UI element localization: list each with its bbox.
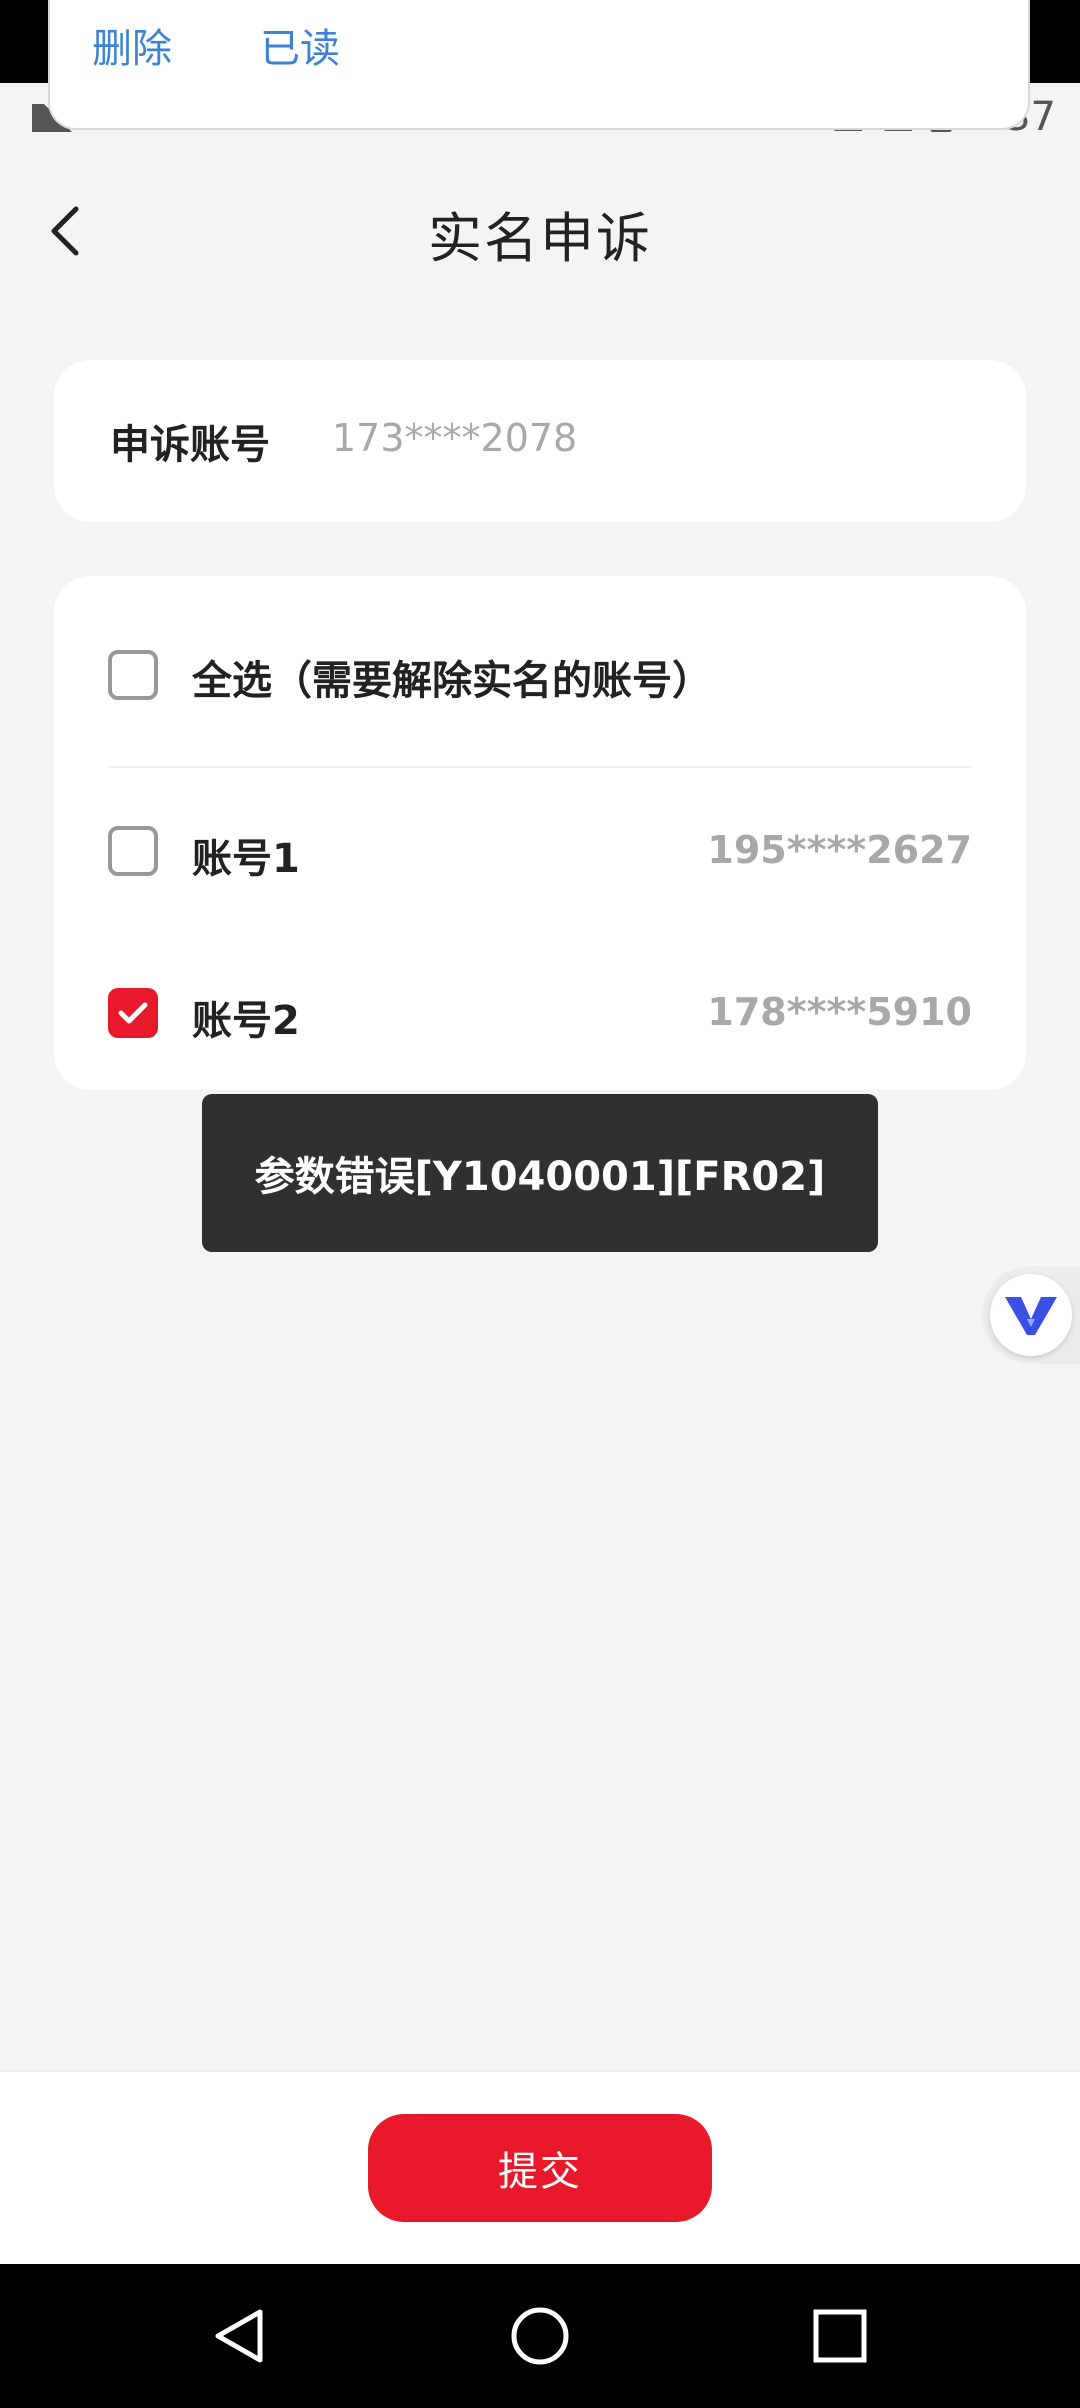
select-all-row[interactable]: 全选（需要解除实名的账号） <box>108 644 972 708</box>
account-2-label: 账号2 <box>192 998 300 1044</box>
account-row[interactable]: 账号2 178****5910 <box>108 982 972 1046</box>
account-1-number: 195****2627 <box>707 828 972 872</box>
page-title: 实名申诉 <box>428 207 652 270</box>
notification-card[interactable]: 删除 已读 <box>48 0 1030 130</box>
submit-button[interactable]: 提交 <box>368 2114 712 2222</box>
error-toast: 参数错误[Y1040001][FR02] <box>202 1094 878 1252</box>
nav-recents-icon[interactable] <box>808 2304 872 2368</box>
nav-back-icon[interactable] <box>208 2304 272 2368</box>
checkmark-icon <box>118 1002 148 1024</box>
divider <box>108 766 972 768</box>
appeal-account-value: 173****2078 <box>332 416 578 460</box>
error-toast-message: 参数错误[Y1040001][FR02] <box>254 1154 826 1200</box>
account-2-number: 178****5910 <box>707 990 972 1034</box>
appeal-account-card: 申诉账号 173****2078 <box>54 360 1026 522</box>
account-2-checkbox[interactable] <box>108 988 158 1038</box>
select-all-label: 全选（需要解除实名的账号） <box>192 658 712 704</box>
mark-read-button[interactable]: 已读 <box>260 16 340 74</box>
account-selection-card: 全选（需要解除实名的账号） 账号1 195****2627 账号2 178***… <box>54 576 1026 1090</box>
account-1-label: 账号1 <box>192 836 300 882</box>
bottom-action-bar: 提交 <box>0 2070 1080 2266</box>
delete-button[interactable]: 删除 <box>92 16 172 74</box>
appeal-account-label: 申诉账号 <box>110 422 270 468</box>
select-all-checkbox[interactable] <box>108 650 158 700</box>
account-1-checkbox[interactable] <box>108 826 158 876</box>
system-navigation-bar <box>0 2264 1080 2408</box>
v-logo-icon <box>1005 1297 1057 1335</box>
floating-assistant-button[interactable] <box>982 1266 1080 1364</box>
account-row[interactable]: 账号1 195****2627 <box>108 820 972 884</box>
assistant-icon-wrapper <box>990 1274 1072 1356</box>
nav-home-icon[interactable] <box>508 2304 572 2368</box>
